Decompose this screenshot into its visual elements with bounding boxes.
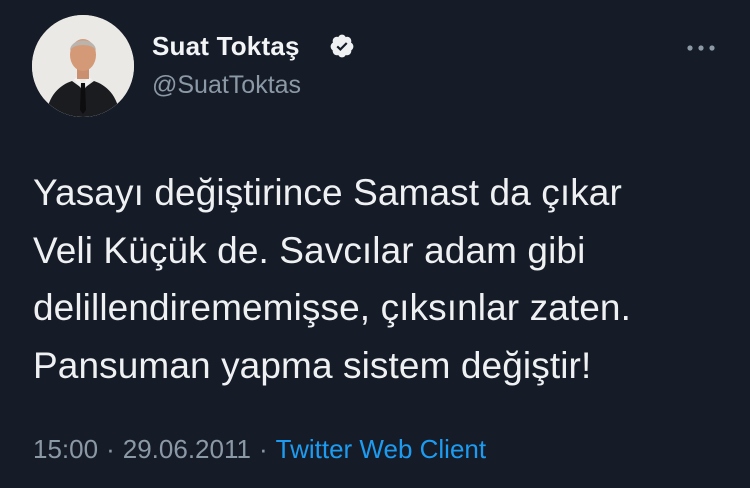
more-options-icon[interactable] bbox=[681, 37, 721, 59]
meta-separator: · bbox=[258, 434, 268, 464]
tweet-text-line: Pansuman yapma sistem değiştir! bbox=[33, 344, 592, 386]
tweet-time[interactable]: 15:00 bbox=[33, 434, 98, 464]
tweet-text-line: Veli Küçük de. Savcılar adam gibi bbox=[33, 229, 586, 271]
tweet-text-line: Yasayı değiştirince Samast da çıkar bbox=[33, 172, 622, 213]
author-display-name[interactable]: Suat Toktaş bbox=[152, 31, 300, 62]
tweet-date[interactable]: 29.06.2011 bbox=[123, 434, 251, 464]
tweet-text: Yasayı değiştirince Samast da çıkar Veli… bbox=[33, 164, 733, 394]
tweet-metadata: 15:00 · 29.06.2011 · Twitter Web Client bbox=[33, 434, 486, 465]
verified-badge-icon bbox=[330, 34, 354, 58]
tweet-text-line: delillendirememişse, çıksınlar zaten. bbox=[33, 287, 631, 328]
avatar[interactable] bbox=[32, 15, 134, 117]
author-handle[interactable]: @SuatToktas bbox=[152, 71, 301, 100]
meta-separator: · bbox=[106, 434, 115, 464]
avatar-photo bbox=[32, 15, 134, 117]
tweet-source-link[interactable]: Twitter Web Client bbox=[276, 434, 486, 464]
tweet-card: Suat Toktaş @SuatToktas Yasayı değiştiri… bbox=[0, 0, 750, 488]
